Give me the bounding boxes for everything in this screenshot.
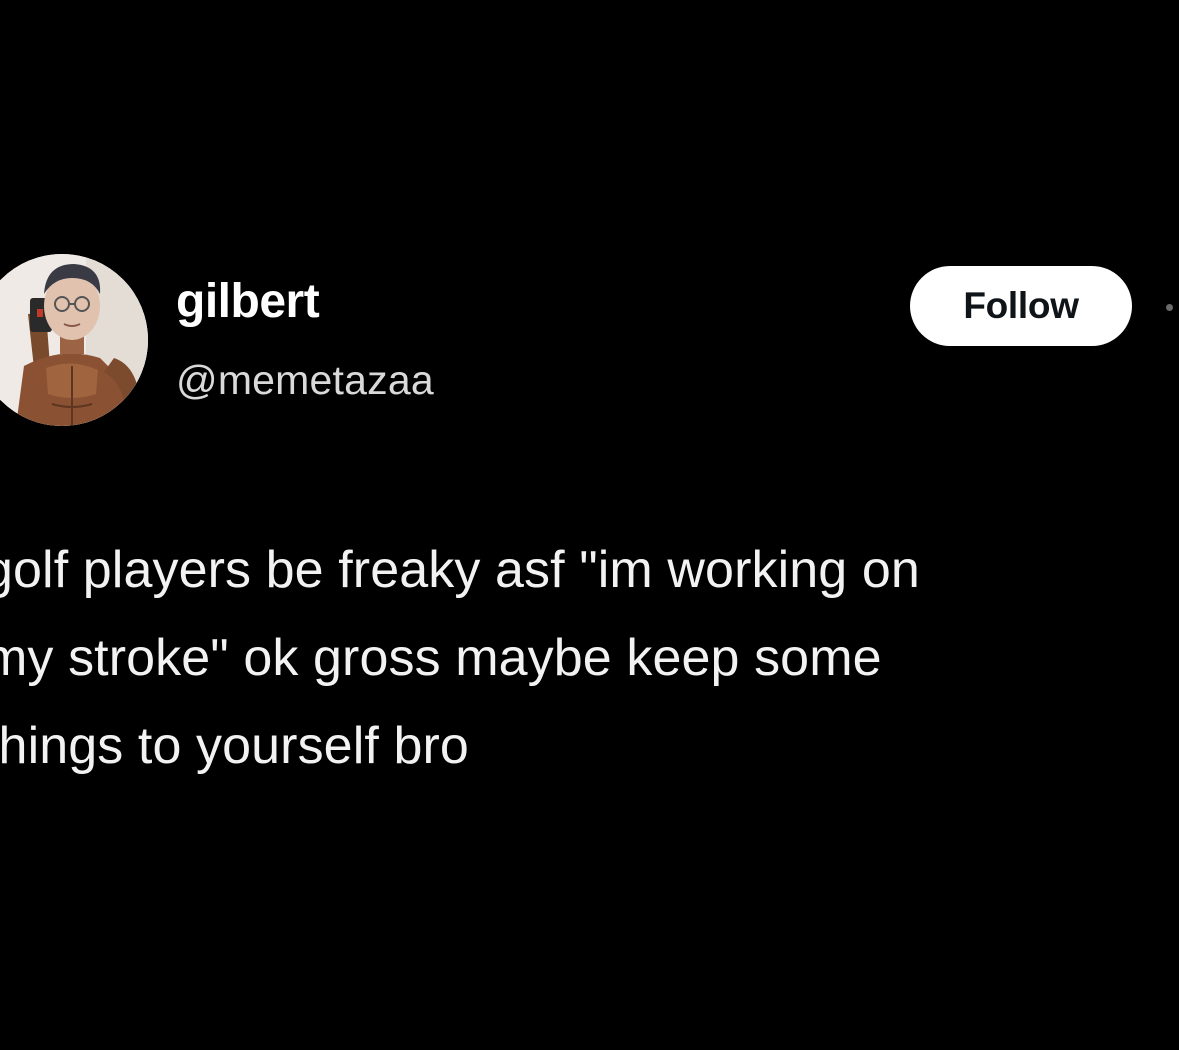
tweet-line: golf players be freaky asf "im working o… (0, 541, 920, 599)
follow-button[interactable]: Follow (910, 266, 1132, 346)
avatar-photo-icon (0, 254, 148, 426)
tweet-card: gilbert @memetazaa Follow golf players b… (0, 0, 1179, 1050)
author-handle[interactable]: @memetazaa (176, 360, 434, 401)
tweet-line: things to yourself bro (0, 717, 469, 775)
more-dots-icon[interactable] (1166, 304, 1173, 311)
avatar[interactable] (0, 254, 148, 426)
author-display-name[interactable]: gilbert (176, 278, 320, 326)
tweet-line: my stroke" ok gross maybe keep some (0, 629, 882, 687)
tweet-text: golf players be freaky asf "im working o… (0, 526, 1164, 790)
